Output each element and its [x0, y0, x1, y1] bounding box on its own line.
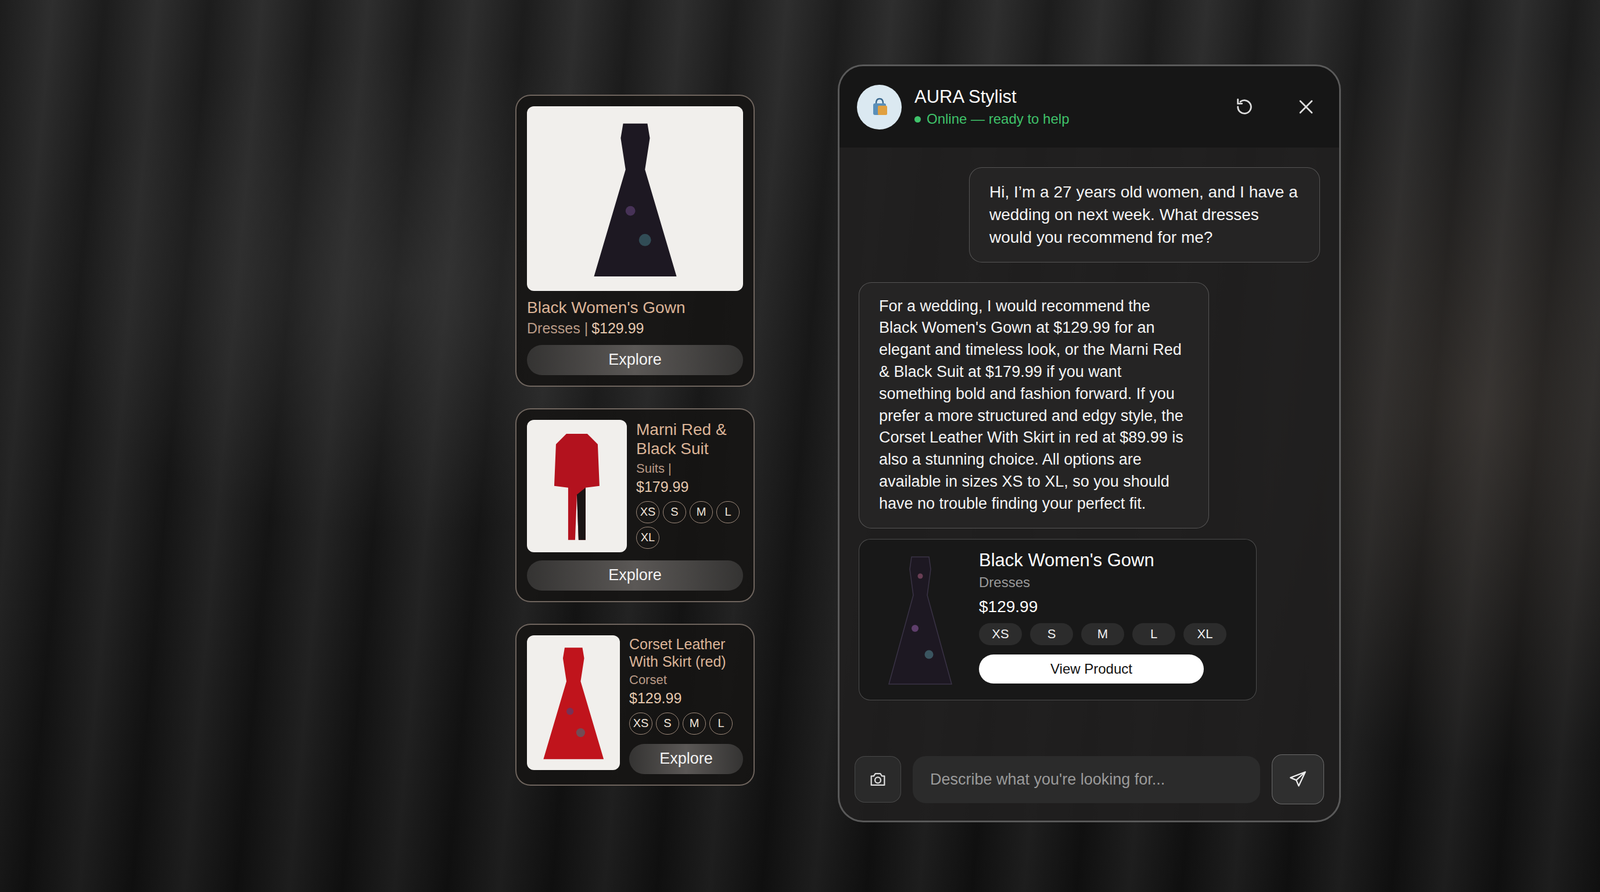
product-card[interactable]: Corset Leather With Skirt (red)Corset $12…	[515, 623, 755, 787]
composer: Describe what you're looking for...	[839, 754, 1340, 821]
dress-icon	[574, 113, 697, 285]
chat-message: Hi, I’m a 27 years old women, and I have…	[969, 167, 1320, 263]
chat-heading: AURA Stylist Online — ready to help	[914, 86, 1193, 128]
size-list: XS SML XL	[978, 623, 1227, 646]
product-photo	[526, 635, 620, 771]
bag-icon	[856, 84, 902, 130]
product-price: $129.99	[629, 690, 744, 708]
size-chip[interactable]: S	[1030, 623, 1074, 646]
dress-icon	[529, 640, 618, 765]
product-photo	[876, 550, 964, 690]
product-card[interactable]: Marni Red & Black Suit Suits |$179.99 XSSM…	[515, 408, 755, 603]
product-name: Black Women's Gown	[526, 298, 744, 318]
size-chip[interactable]: L	[716, 501, 740, 524]
product-price: $129.99	[591, 320, 644, 337]
product-name: Black Women's Gown	[978, 550, 1227, 572]
product-info: Black Women's Gown Dresses $129.99 XS SML XL V…	[978, 550, 1227, 690]
stylist-page: Black Women's GownDresses |$129.99Explor…	[0, 0, 1600, 892]
refresh-icon[interactable]	[1234, 97, 1255, 117]
product-meta: Dresses |$129.99	[526, 320, 744, 337]
suit-icon	[533, 425, 621, 548]
chat-panel: AURA Stylist Online — ready to help Hi, I’…	[837, 64, 1341, 823]
card-body: Black Women's Gown Dresses |$129.99	[526, 106, 744, 337]
size-list: XSSML XL	[636, 501, 744, 550]
camera-icon	[867, 769, 888, 790]
product-card[interactable]: Black Women's Gown Dresses |$129.99 Explor…	[515, 94, 755, 387]
product-photo	[526, 420, 627, 553]
view-product-button[interactable]: View Product	[978, 654, 1204, 684]
size-chip[interactable]: XS	[629, 712, 653, 735]
explore-button[interactable]: Explore	[526, 560, 744, 591]
product-info: Black Women's Gown Dresses |$129.99	[526, 298, 744, 337]
card-body: Corset Leather With Skirt (red)Corset $12…	[526, 635, 744, 775]
size-chip[interactable]: XS	[636, 501, 660, 524]
product-price: $179.99	[636, 478, 744, 496]
size-chip[interactable]: M	[1081, 623, 1125, 646]
send-icon	[1288, 769, 1308, 790]
product-category: Dresses |	[526, 320, 588, 337]
size-chip[interactable]: XL	[636, 526, 660, 550]
chat-status: Online — ready to help	[914, 110, 1193, 128]
product-photo	[526, 106, 744, 292]
camera-button[interactable]	[854, 756, 902, 803]
chat-header: AURA Stylist Online — ready to help	[839, 66, 1340, 148]
explore-button[interactable]: Explore	[526, 345, 744, 376]
size-chip[interactable]: M	[689, 501, 713, 524]
product-category: Corset	[629, 672, 744, 688]
chat-message: For a wedding, I would recommend the Bla…	[858, 282, 1210, 529]
product-price: $129.99	[978, 597, 1227, 617]
card-body: Marni Red & Black Suit Suits |$179.99 XSSM…	[526, 420, 744, 553]
status-dot	[914, 116, 921, 123]
size-chip[interactable]: M	[682, 712, 706, 735]
message-input[interactable]: Describe what you're looking for...	[912, 756, 1261, 804]
product-cards: Black Women's GownDresses |$129.99Explor…	[515, 94, 755, 787]
size-chip[interactable]: L	[709, 712, 733, 735]
product-name: Corset Leather With Skirt (red)	[629, 635, 744, 671]
chat-title: AURA Stylist	[914, 86, 1193, 108]
dress-icon	[876, 550, 964, 690]
product-info: Corset Leather With Skirt (red)Corset $12…	[629, 635, 744, 775]
product-category: Dresses	[978, 574, 1227, 591]
send-button[interactable]	[1271, 754, 1325, 805]
product-name: Marni Red & Black Suit	[636, 420, 744, 459]
size-chip[interactable]: S	[662, 501, 687, 524]
chat-product-card[interactable]: Black Women's Gown Dresses $129.99 XS SML XL V…	[858, 539, 1257, 701]
product-info: Marni Red & Black Suit Suits |$179.99 XSSM…	[636, 420, 744, 553]
message-list: Hi, I’m a 27 years old women, and I have…	[839, 147, 1340, 755]
product-category: Suits |	[636, 461, 744, 477]
size-chip[interactable]: XL	[1183, 623, 1227, 646]
size-chip[interactable]: S	[655, 712, 680, 735]
size-chip[interactable]: XS	[978, 623, 1022, 646]
explore-button[interactable]: Explore	[629, 744, 744, 775]
size-chip[interactable]: L	[1132, 623, 1176, 646]
size-list: XSSML	[629, 712, 744, 735]
close-icon[interactable]	[1296, 97, 1316, 117]
